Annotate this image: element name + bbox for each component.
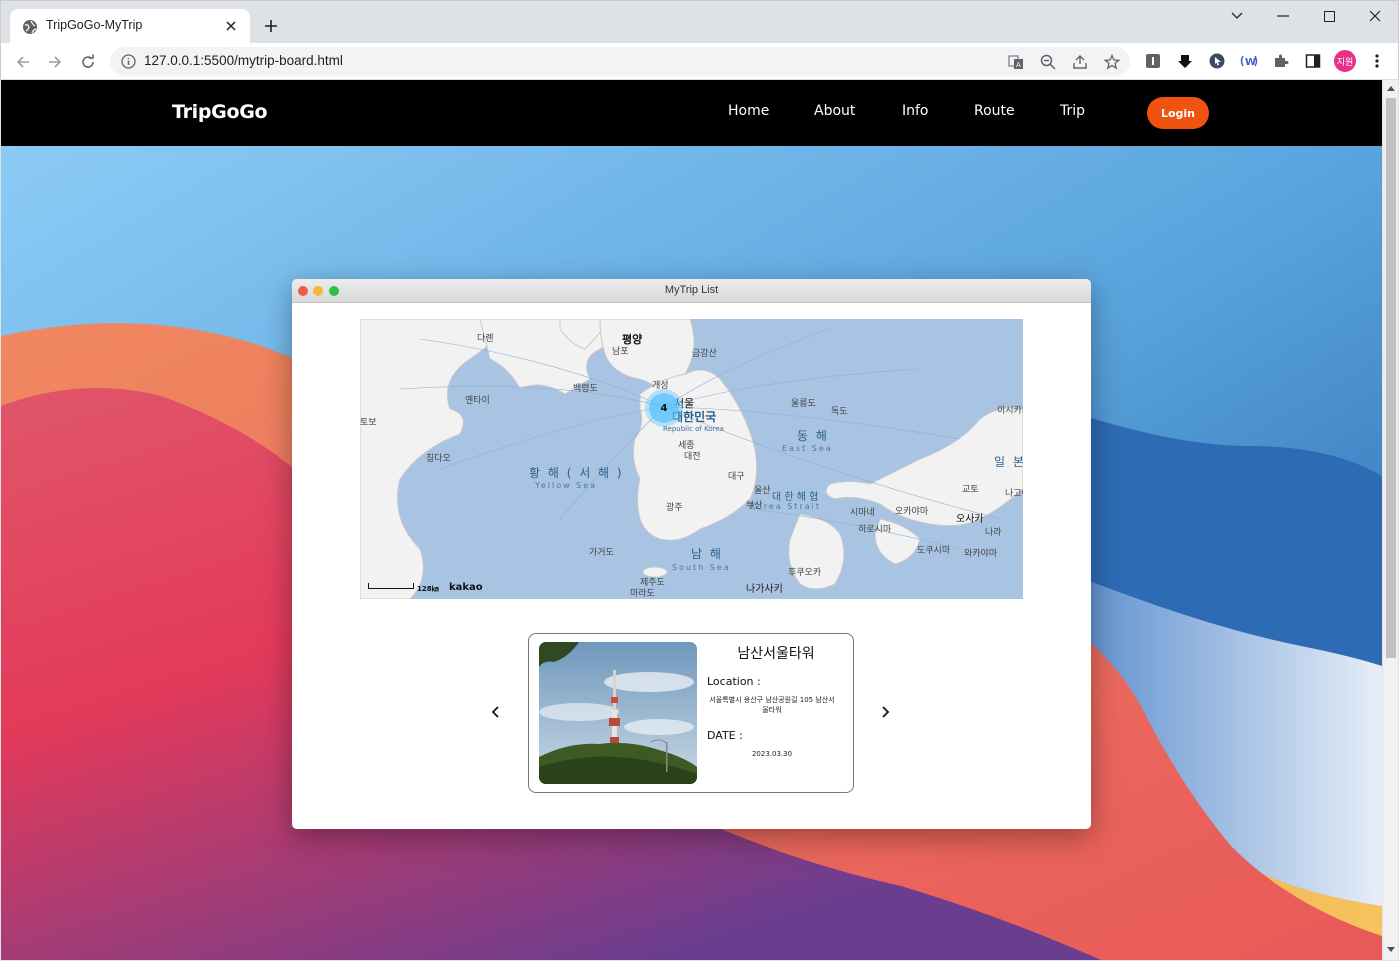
nav-trip[interactable]: Trip <box>1060 103 1085 119</box>
active-tab[interactable]: TripGoGo-MyTrip <box>10 9 250 44</box>
more-menu-icon[interactable] <box>1368 52 1386 70</box>
login-button[interactable]: Login <box>1147 97 1209 129</box>
map-label-nara: 나라 <box>985 528 1002 538</box>
address-bar[interactable]: 127.0.0.1:5500/mytrip-board.html A <box>110 47 1130 76</box>
map-scale-label: 128㎞ <box>417 585 439 593</box>
globe-icon <box>22 19 38 35</box>
map-label-yantai: 옌타이 <box>465 396 490 406</box>
scroll-down-icon[interactable] <box>1387 946 1395 954</box>
nav-home[interactable]: Home <box>728 103 769 119</box>
zoom-icon[interactable] <box>1039 53 1057 71</box>
map-label-nampo: 남포 <box>612 347 629 357</box>
map-label-yellow-sea: 황 해 ( 서 해 ) <box>529 466 624 480</box>
page-scrollbar[interactable] <box>1382 80 1398 960</box>
scrollbar-thumb[interactable] <box>1386 98 1396 658</box>
map-label-kumgangsan: 금강산 <box>692 349 717 359</box>
site-info-icon[interactable] <box>121 54 136 69</box>
map-label-fukuoka: 후쿠오카 <box>788 568 822 578</box>
map-label-korea-en: Republic of Korea <box>663 425 724 433</box>
map-label-kyoto: 교토 <box>962 485 979 495</box>
map-label-nagoya: 나고야 <box>1005 489 1023 499</box>
translate-icon[interactable]: A <box>1007 53 1025 71</box>
extension-download-icon[interactable] <box>1176 52 1194 70</box>
close-tab-icon[interactable] <box>222 17 240 35</box>
svg-text:W: W <box>1245 57 1256 68</box>
map-label-nagasaki: 나가사키 <box>746 584 783 595</box>
window-titlebar: MyTrip List <box>292 279 1091 303</box>
page-viewport: TripGoGo Home About Info Route Trip Logi… <box>1 80 1382 960</box>
nav-route[interactable]: Route <box>974 103 1015 119</box>
mytrip-window: MyTrip List 평양 남포 금강산 개성 다롄 백령도 옌타이 토보 서… <box>292 279 1091 829</box>
trip-photo <box>539 642 697 784</box>
date-value: 2023.03.30 <box>751 750 793 758</box>
map-label-ulleungdo: 울릉도 <box>791 399 816 409</box>
trip-card[interactable]: 남산서울타워 Location : 서울특별시 용산구 남산공원길 105 남산… <box>528 633 854 793</box>
window-title: MyTrip List <box>664 284 719 296</box>
map-label-daegu: 대구 <box>728 472 745 482</box>
map-label-kaesong: 개성 <box>652 381 669 391</box>
forward-icon[interactable] <box>43 50 67 74</box>
share-icon[interactable] <box>1071 53 1089 71</box>
map-label-marado: 마라도 <box>630 589 655 599</box>
tab-strip: TripGoGo-MyTrip <box>0 0 1399 44</box>
maximize-icon[interactable] <box>1306 5 1352 27</box>
new-tab-icon[interactable] <box>260 15 282 37</box>
reload-icon[interactable] <box>76 50 100 74</box>
location-label: Location : <box>707 675 761 688</box>
side-panel-icon[interactable] <box>1304 52 1322 70</box>
map-label-hiroshima: 히로시마 <box>858 525 892 535</box>
carousel-prev-icon[interactable] <box>487 704 503 720</box>
browser-toolbar: 127.0.0.1:5500/mytrip-board.html A W 지원 <box>0 43 1399 80</box>
trip-map[interactable]: 평양 남포 금강산 개성 다롄 백령도 옌타이 토보 서울 대한민국 Repub… <box>360 319 1023 599</box>
map-label-qingdao: 칭다오 <box>426 454 451 464</box>
scroll-up-icon[interactable] <box>1387 84 1395 92</box>
back-icon[interactable] <box>11 50 35 74</box>
url-text: 127.0.0.1:5500/mytrip-board.html <box>144 53 343 68</box>
tab-search-icon[interactable] <box>1214 5 1260 27</box>
map-label-baengnyeongdo: 백령도 <box>573 384 598 394</box>
map-label-gageodo: 가거도 <box>589 548 614 558</box>
site-header: TripGoGo Home About Info Route Trip Logi… <box>1 80 1382 146</box>
map-label-ishikawa: 이시카와 <box>997 406 1023 416</box>
map-label-okayama: 오카야마 <box>895 507 929 517</box>
extension-signal-icon[interactable]: W <box>1240 52 1258 70</box>
extension-reader-icon[interactable] <box>1144 52 1162 70</box>
trip-card-title: 남산서울타워 <box>737 646 815 662</box>
location-value: 서울특별시 용산구 남산공원길 105 남산서울타워 <box>709 696 835 714</box>
bookmark-star-icon[interactable] <box>1103 53 1121 71</box>
carousel-next-icon[interactable] <box>878 704 894 720</box>
date-label: DATE : <box>707 729 743 742</box>
map-label-yellow-sea-en: Yellow Sea <box>535 481 598 490</box>
map-label-tokushima: 도쿠시마 <box>917 546 951 556</box>
map-label-daejeon: 대전 <box>684 452 701 462</box>
map-label-osaka: 오사카 <box>956 514 984 525</box>
minimize-icon[interactable] <box>1260 5 1306 27</box>
tab-title: TripGoGo-MyTrip <box>46 18 143 32</box>
map-label-east-sea-en: East Sea <box>782 444 833 453</box>
profile-avatar[interactable]: 지원 <box>1334 50 1356 72</box>
map-label-east-sea: 동 해 <box>797 429 829 443</box>
extension-cursor-icon[interactable] <box>1208 52 1226 70</box>
map-label-korea-strait: 대 한 해 협 <box>772 492 819 503</box>
nav-about[interactable]: About <box>814 103 855 119</box>
map-attribution: kakao <box>449 582 483 593</box>
map-scale-bar <box>368 583 414 589</box>
close-window-icon[interactable] <box>1352 5 1398 27</box>
map-cluster-marker[interactable]: 4 <box>649 393 679 423</box>
map-label-south-sea-en: South Sea <box>672 563 731 572</box>
map-label-ulsan: 울산 <box>754 486 771 496</box>
map-label-matsue: 시마네 <box>850 508 875 518</box>
nav-info[interactable]: Info <box>902 103 929 119</box>
map-label-left-edge: 토보 <box>360 418 377 428</box>
map-label-south-sea: 남 해 <box>691 547 723 561</box>
map-label-gwangju: 광주 <box>666 503 683 513</box>
svg-text:A: A <box>1016 61 1021 69</box>
map-label-busan: 부산 <box>746 501 763 511</box>
extensions-puzzle-icon[interactable] <box>1272 52 1290 70</box>
map-label-japan: 일 본 <box>994 455 1023 469</box>
map-label-dalian: 다롄 <box>477 334 494 344</box>
map-label-wakayama: 와카야마 <box>964 549 998 559</box>
map-label-dokdo: 독도 <box>831 407 848 417</box>
site-logo[interactable]: TripGoGo <box>172 101 268 123</box>
